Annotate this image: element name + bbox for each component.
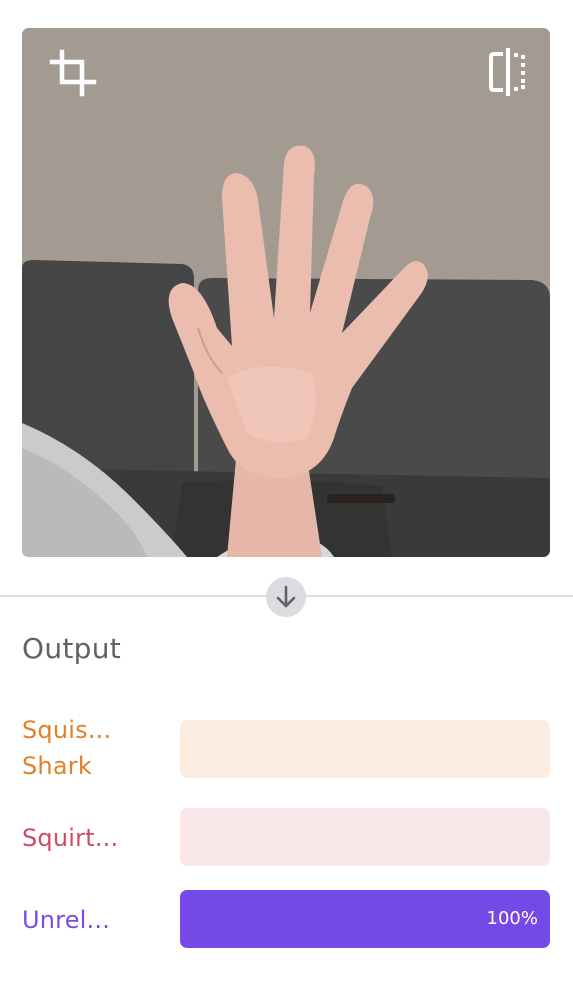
confidence-bar-1 — [180, 808, 550, 866]
flip-button[interactable] — [486, 48, 530, 96]
class-label-0: Squis... Shark — [22, 716, 112, 780]
output-title: Output — [22, 632, 122, 665]
class-label-1: Squirt... — [22, 824, 119, 852]
confidence-bar-2: 100% — [180, 890, 550, 948]
crop-icon — [49, 49, 97, 97]
crop-button[interactable] — [48, 48, 98, 98]
flip-icon — [489, 48, 525, 96]
class-label-2: Unrel... — [22, 906, 111, 934]
arrow-down-icon — [276, 585, 296, 608]
arrow-down-button — [266, 577, 306, 617]
webcam-image — [22, 28, 550, 557]
confidence-bar-0 — [180, 720, 550, 778]
confidence-percent-2: 100% — [486, 908, 538, 929]
webcam-preview — [22, 28, 550, 557]
